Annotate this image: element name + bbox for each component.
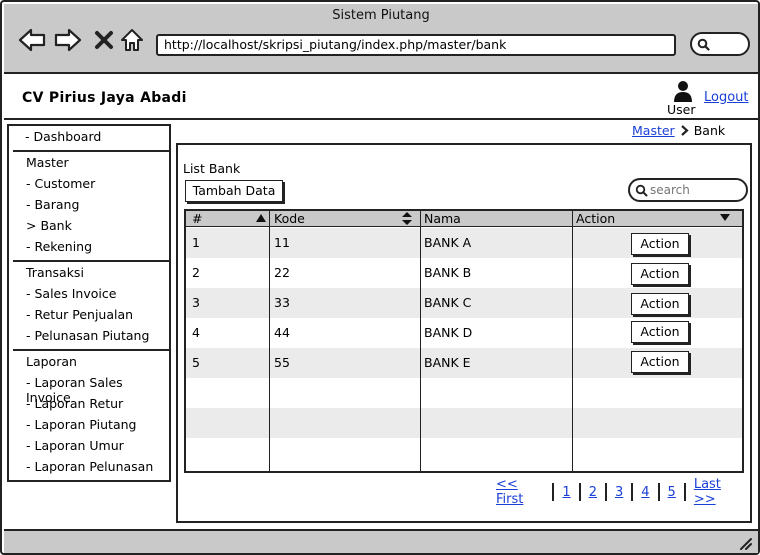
sort-asc-icon[interactable] xyxy=(256,214,266,222)
breadcrumb-current: Bank xyxy=(693,123,726,138)
sidebar-heading-master: Master xyxy=(26,155,69,170)
cell-no: 4 xyxy=(192,325,200,340)
page-link-1[interactable]: 1 xyxy=(554,485,578,500)
page-last-link[interactable]: Last >> xyxy=(686,477,750,507)
cell-no: 1 xyxy=(192,235,200,250)
cell-kode: 33 xyxy=(274,295,290,310)
company-name: CV Pirius Jaya Abadi xyxy=(22,90,187,106)
add-data-button[interactable]: Tambah Data xyxy=(185,180,283,202)
sidebar-heading-transaksi: Transaksi xyxy=(26,265,84,280)
cell-nama: BANK A xyxy=(424,235,472,250)
cell-nama: BANK C xyxy=(424,295,472,310)
cell-kode: 11 xyxy=(274,235,290,250)
sidebar-item-pelunasan-piutang[interactable]: - Pelunasan Piutang xyxy=(9,328,169,343)
sidebar: - Dashboard Master - Customer - Barang >… xyxy=(7,124,171,482)
chevron-right-icon xyxy=(680,125,689,136)
cell-nama: BANK D xyxy=(424,325,473,340)
search-input[interactable] xyxy=(650,182,742,198)
column-divider xyxy=(572,211,573,471)
sidebar-divider xyxy=(13,349,169,351)
sidebar-item-retur-penjualan[interactable]: - Retur Penjualan xyxy=(9,307,169,322)
browser-search-field[interactable] xyxy=(690,32,750,56)
sidebar-divider xyxy=(13,150,169,152)
user-label: User xyxy=(667,102,696,117)
cell-no: 3 xyxy=(192,295,200,310)
user-icon xyxy=(672,80,694,104)
logout-link[interactable]: Logout xyxy=(704,90,749,105)
sidebar-item-laporan-piutang[interactable]: - Laporan Piutang xyxy=(9,417,169,432)
column-header-kode[interactable]: Kode xyxy=(274,211,305,226)
action-button[interactable]: Action xyxy=(631,233,689,255)
resize-grip-icon[interactable] xyxy=(738,536,752,550)
bank-table: # Kode Nama Action 1 11 BANK A Action 2 … xyxy=(184,209,744,473)
status-bar xyxy=(4,529,758,553)
sidebar-item-rekening[interactable]: - Rekening xyxy=(9,239,169,254)
column-divider xyxy=(420,211,421,471)
app-window: Sistem Piutang http://localhost/skripsi_… xyxy=(0,0,760,555)
sidebar-item-laporan-pelunasan[interactable]: - Laporan Pelunasan xyxy=(9,459,169,474)
column-header-no[interactable]: # xyxy=(192,211,202,226)
cell-no: 5 xyxy=(192,355,200,370)
page-link-5[interactable]: 5 xyxy=(660,485,684,500)
action-button[interactable]: Action xyxy=(631,293,689,315)
page-link-3[interactable]: 3 xyxy=(607,485,631,500)
page-title: List Bank xyxy=(183,161,241,176)
sidebar-item-laporan-umur[interactable]: - Laporan Umur xyxy=(9,438,169,453)
action-button[interactable]: Action xyxy=(631,321,689,343)
home-icon[interactable] xyxy=(118,26,146,54)
page-link-2[interactable]: 2 xyxy=(581,485,605,500)
close-x-icon[interactable] xyxy=(90,26,118,54)
page-link-4[interactable]: 4 xyxy=(633,485,657,500)
cell-kode: 55 xyxy=(274,355,290,370)
main-panel: List Bank Tambah Data # Kode Nama Action… xyxy=(176,143,752,523)
column-divider xyxy=(269,211,270,471)
column-header-nama[interactable]: Nama xyxy=(424,211,461,226)
cell-nama: BANK B xyxy=(424,265,472,280)
chevron-down-icon[interactable] xyxy=(720,214,730,221)
breadcrumb-master-link[interactable]: Master xyxy=(632,123,675,138)
action-button[interactable]: Action xyxy=(631,263,689,285)
breadcrumb: Master Bank xyxy=(632,123,725,138)
cell-kode: 44 xyxy=(274,325,290,340)
window-title: Sistem Piutang xyxy=(332,8,430,23)
search-icon xyxy=(635,184,648,197)
cell-no: 2 xyxy=(192,265,200,280)
sidebar-item-sales-invoice[interactable]: - Sales Invoice xyxy=(9,286,169,301)
app-header: CV Pirius Jaya Abadi User Logout xyxy=(4,76,758,120)
page-first-link[interactable]: << First xyxy=(496,477,552,507)
browser-chrome: Sistem Piutang http://localhost/skripsi_… xyxy=(4,4,758,74)
url-bar[interactable]: http://localhost/skripsi_piutang/index.p… xyxy=(156,34,676,56)
column-header-action[interactable]: Action xyxy=(576,211,615,226)
cell-nama: BANK E xyxy=(424,355,471,370)
pagination: << First 1 2 3 4 5 Last >> xyxy=(496,477,750,507)
forward-arrow-icon[interactable] xyxy=(54,26,82,54)
sidebar-item-bank[interactable]: > Bank xyxy=(9,218,169,233)
search-field[interactable] xyxy=(628,178,748,202)
sort-both-icon[interactable] xyxy=(402,212,412,225)
back-arrow-icon[interactable] xyxy=(18,26,46,54)
cell-kode: 22 xyxy=(274,265,290,280)
sidebar-divider xyxy=(13,260,169,262)
sidebar-heading-laporan: Laporan xyxy=(26,354,77,369)
sidebar-item-laporan-retur[interactable]: - Laporan Retur xyxy=(9,396,169,411)
sidebar-item-customer[interactable]: - Customer xyxy=(9,176,169,191)
sidebar-item-dashboard[interactable]: - Dashboard xyxy=(9,129,169,144)
sidebar-item-barang[interactable]: - Barang xyxy=(9,197,169,212)
action-button[interactable]: Action xyxy=(631,351,689,373)
search-icon xyxy=(697,38,710,51)
